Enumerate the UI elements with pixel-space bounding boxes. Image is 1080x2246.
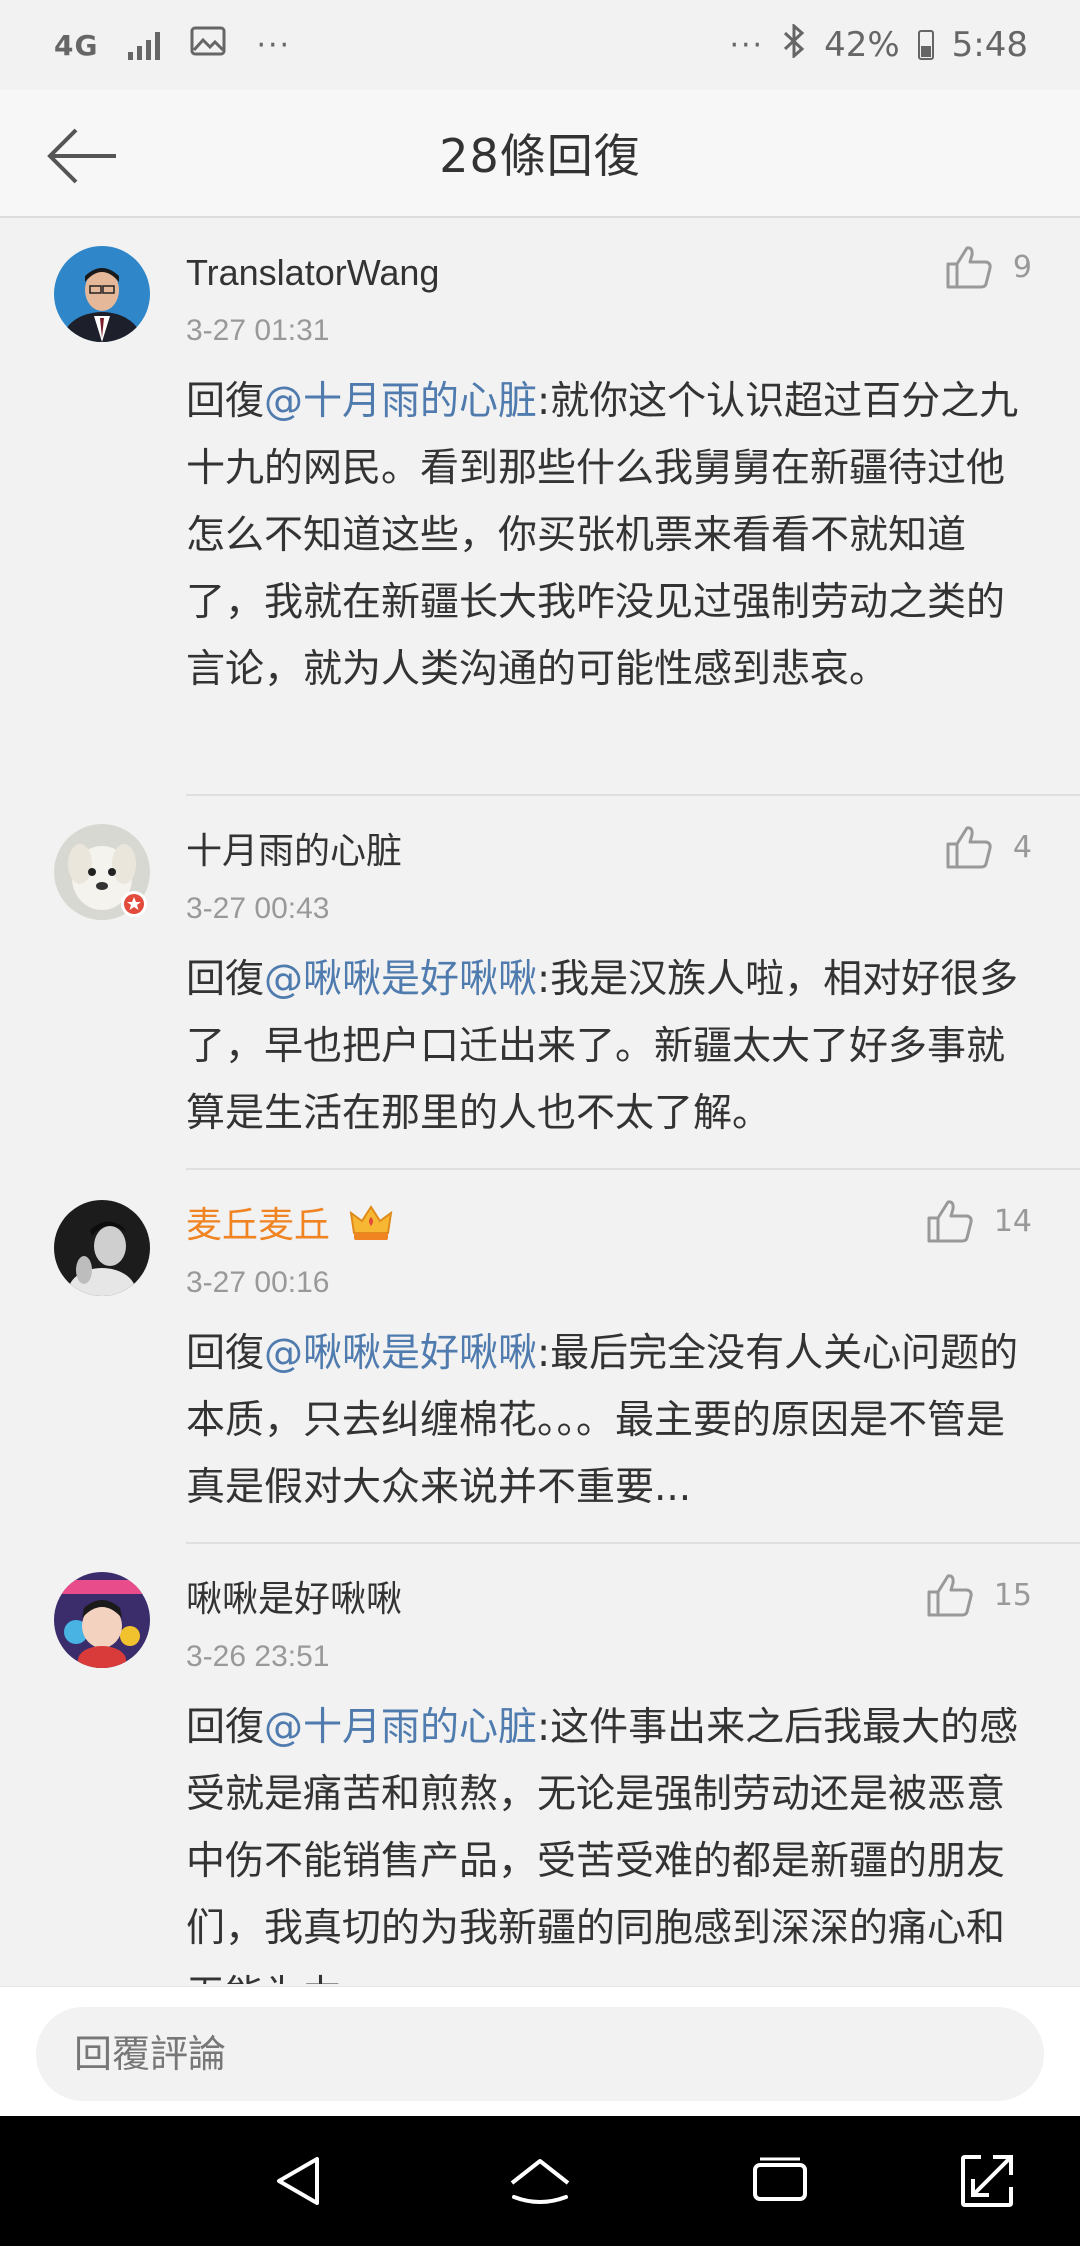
status-left: 4G ··· (54, 25, 291, 65)
nav-home-button[interactable] (505, 2146, 575, 2216)
reply-prefix: 回復 (186, 1705, 265, 1750)
like-button[interactable]: 9 (945, 244, 1032, 290)
mention-link[interactable]: @十月雨的心脏 (264, 1705, 537, 1750)
comment-author[interactable]: TranslatorWang (186, 248, 1040, 298)
like-button[interactable]: 14 (926, 1198, 1032, 1244)
avatar[interactable] (54, 246, 150, 342)
reply-prefix: 回復 (186, 957, 265, 1002)
expand-screen-icon (961, 2155, 1013, 2207)
comment-text: :就你这个认识超过百分之九十九的网民。看到那些什么我舅舅在新疆待过他怎么不知道这… (186, 379, 1019, 692)
comment-body: 回復@十月雨的心脏:这件事出来之后我最大的感受就是痛苦和煎熬，无论是强制劳动还是… (186, 1694, 1040, 1984)
like-count: 14 (993, 1203, 1032, 1239)
thumbs-up-icon (927, 1574, 973, 1617)
thumbs-up-icon (927, 1200, 973, 1243)
comment-time: 3-27 00:16 (186, 1266, 330, 1299)
mention-link[interactable]: @啾啾是好啾啾 (264, 957, 537, 1002)
avatar[interactable] (54, 1572, 150, 1668)
vip-crown-icon (349, 1205, 393, 1240)
battery-percent: 42% (824, 25, 900, 65)
like-count: 15 (993, 1577, 1032, 1613)
image-notification-icon (190, 25, 226, 65)
system-nav-bar (0, 2116, 1080, 2246)
comment-author[interactable]: 十月雨的心脏 (186, 826, 1040, 876)
comment-time: 3-27 01:31 (186, 314, 330, 347)
comment-time: 3-26 23:51 (186, 1640, 330, 1673)
comment-body: 回復@啾啾是好啾啾:最后完全没有人关心问题的本质，只去纠缠棉花。。。最主要的原因… (186, 1320, 1040, 1521)
avatar[interactable] (54, 1200, 150, 1296)
comment-body: 回復@十月雨的心脏:就你这个认识超过百分之九十九的网民。看到那些什么我舅舅在新疆… (186, 368, 1040, 703)
nav-back-icon (277, 2157, 319, 2205)
back-button[interactable] (42, 116, 122, 196)
avatar[interactable] (54, 824, 150, 920)
mention-link[interactable]: @十月雨的心脏 (264, 379, 537, 424)
status-right: ··· 42% 5:48 (729, 22, 1028, 67)
comment-list[interactable]: TranslatorWang 3-27 01:31 9 回復@十月雨的心脏:就你… (0, 220, 1080, 1984)
like-button[interactable]: 4 (945, 824, 1032, 870)
reply-bar: 回覆評論 (0, 1986, 1080, 2116)
back-arrow-icon (47, 128, 116, 184)
thumbs-up-icon (946, 826, 992, 869)
clock: 5:48 (951, 25, 1028, 65)
comment-item: 麦丘麦丘 3-27 00:16 14 回復@啾啾是好啾啾:最后完全没有人关心问题… (0, 1170, 1080, 1542)
comment-item: 十月雨的心脏 3-27 00:43 4 回復@啾啾是好啾啾:我是汉族人啦，相对好… (0, 796, 1080, 1168)
reply-prefix: 回復 (186, 1331, 265, 1376)
page-title: 28條回復 (439, 129, 641, 183)
mention-link[interactable]: @啾啾是好啾啾 (264, 1331, 537, 1376)
author-name: 麦丘麦丘 (186, 1204, 331, 1245)
more-status-icon: ··· (729, 27, 765, 63)
comment-item: 啾啾是好啾啾 3-26 23:51 15 回復@十月雨的心脏:这件事出来之后我最… (0, 1544, 1080, 1984)
comment-body: 回復@啾啾是好啾啾:我是汉族人啦，相对好很多了，早也把户口迁出来了。新疆太大了好… (186, 946, 1040, 1147)
network-type-label: 4G (54, 28, 99, 62)
comment-time: 3-27 00:43 (186, 892, 330, 925)
like-count: 4 (1012, 829, 1032, 865)
signal-icon (128, 30, 161, 60)
comment-author[interactable]: 麦丘麦丘 (186, 1200, 1040, 1250)
thumbs-up-icon (946, 246, 992, 289)
nav-recents-icon (753, 2157, 807, 2201)
comment-author[interactable]: 啾啾是好啾啾 (186, 1574, 1040, 1624)
reply-prefix: 回復 (186, 379, 265, 424)
more-notifications-icon: ··· (256, 27, 292, 63)
nav-back-button[interactable] (264, 2146, 334, 2216)
battery-icon (917, 30, 934, 60)
nav-home-icon (510, 2159, 570, 2204)
header: 28條回復 (0, 90, 1080, 218)
bluetooth-icon (782, 22, 806, 67)
nav-recents-button[interactable] (745, 2146, 815, 2216)
reply-input[interactable]: 回覆評論 (36, 2007, 1044, 2101)
status-bar: 4G ··· ··· 42% 5:48 (0, 0, 1080, 90)
like-count: 9 (1012, 249, 1032, 285)
like-button[interactable]: 15 (926, 1572, 1032, 1618)
nav-expand-button[interactable] (952, 2146, 1022, 2216)
comment-item: TranslatorWang 3-27 01:31 9 回復@十月雨的心脏:就你… (0, 220, 1080, 794)
